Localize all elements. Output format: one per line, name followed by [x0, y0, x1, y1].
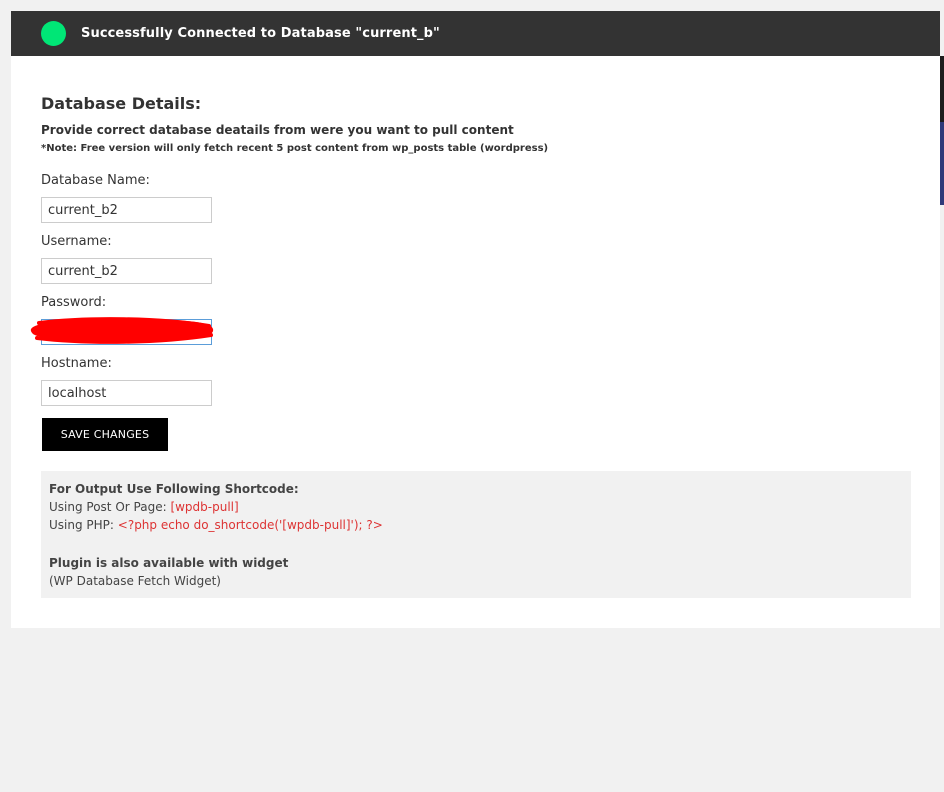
- widget-heading: Plugin is also available with widget: [49, 556, 289, 570]
- admin-sidebar-edge: [940, 56, 944, 122]
- post-page-label: Using Post Or Page:: [49, 500, 171, 514]
- php-label: Using PHP:: [49, 518, 118, 532]
- database-name-label: Database Name:: [41, 173, 150, 188]
- hostname-input[interactable]: [41, 380, 212, 406]
- success-status-icon: [41, 21, 66, 46]
- php-shortcode: <?php echo do_shortcode('[wpdb-pull]'); …: [117, 518, 383, 532]
- username-label: Username:: [41, 234, 112, 249]
- username-input[interactable]: [41, 258, 212, 284]
- connection-notice: Successfully Connected to Database "curr…: [11, 11, 940, 56]
- post-page-shortcode: [wpdb-pull]: [170, 500, 239, 514]
- hostname-label: Hostname:: [41, 356, 112, 371]
- page-title: Database Details:: [41, 94, 202, 113]
- shortcode-info-box: For Output Use Following Shortcode: Usin…: [41, 471, 911, 598]
- php-usage: Using PHP: <?php echo do_shortcode('[wpd…: [49, 518, 383, 532]
- settings-panel: Database Details: Provide correct databa…: [11, 56, 940, 628]
- admin-sidebar-edge-highlight: [940, 122, 944, 205]
- widget-name: (WP Database Fetch Widget): [49, 574, 221, 588]
- database-name-input[interactable]: [41, 197, 212, 223]
- shortcode-heading: For Output Use Following Shortcode:: [49, 482, 299, 496]
- free-version-note: *Note: Free version will only fetch rece…: [41, 143, 549, 154]
- save-changes-button[interactable]: SAVE CHANGES: [42, 418, 168, 451]
- post-page-usage: Using Post Or Page: [wpdb-pull]: [49, 500, 239, 514]
- password-input[interactable]: [41, 319, 212, 345]
- notice-message: Successfully Connected to Database "curr…: [81, 26, 440, 41]
- password-label: Password:: [41, 295, 107, 310]
- intro-text: Provide correct database deatails from w…: [41, 123, 514, 137]
